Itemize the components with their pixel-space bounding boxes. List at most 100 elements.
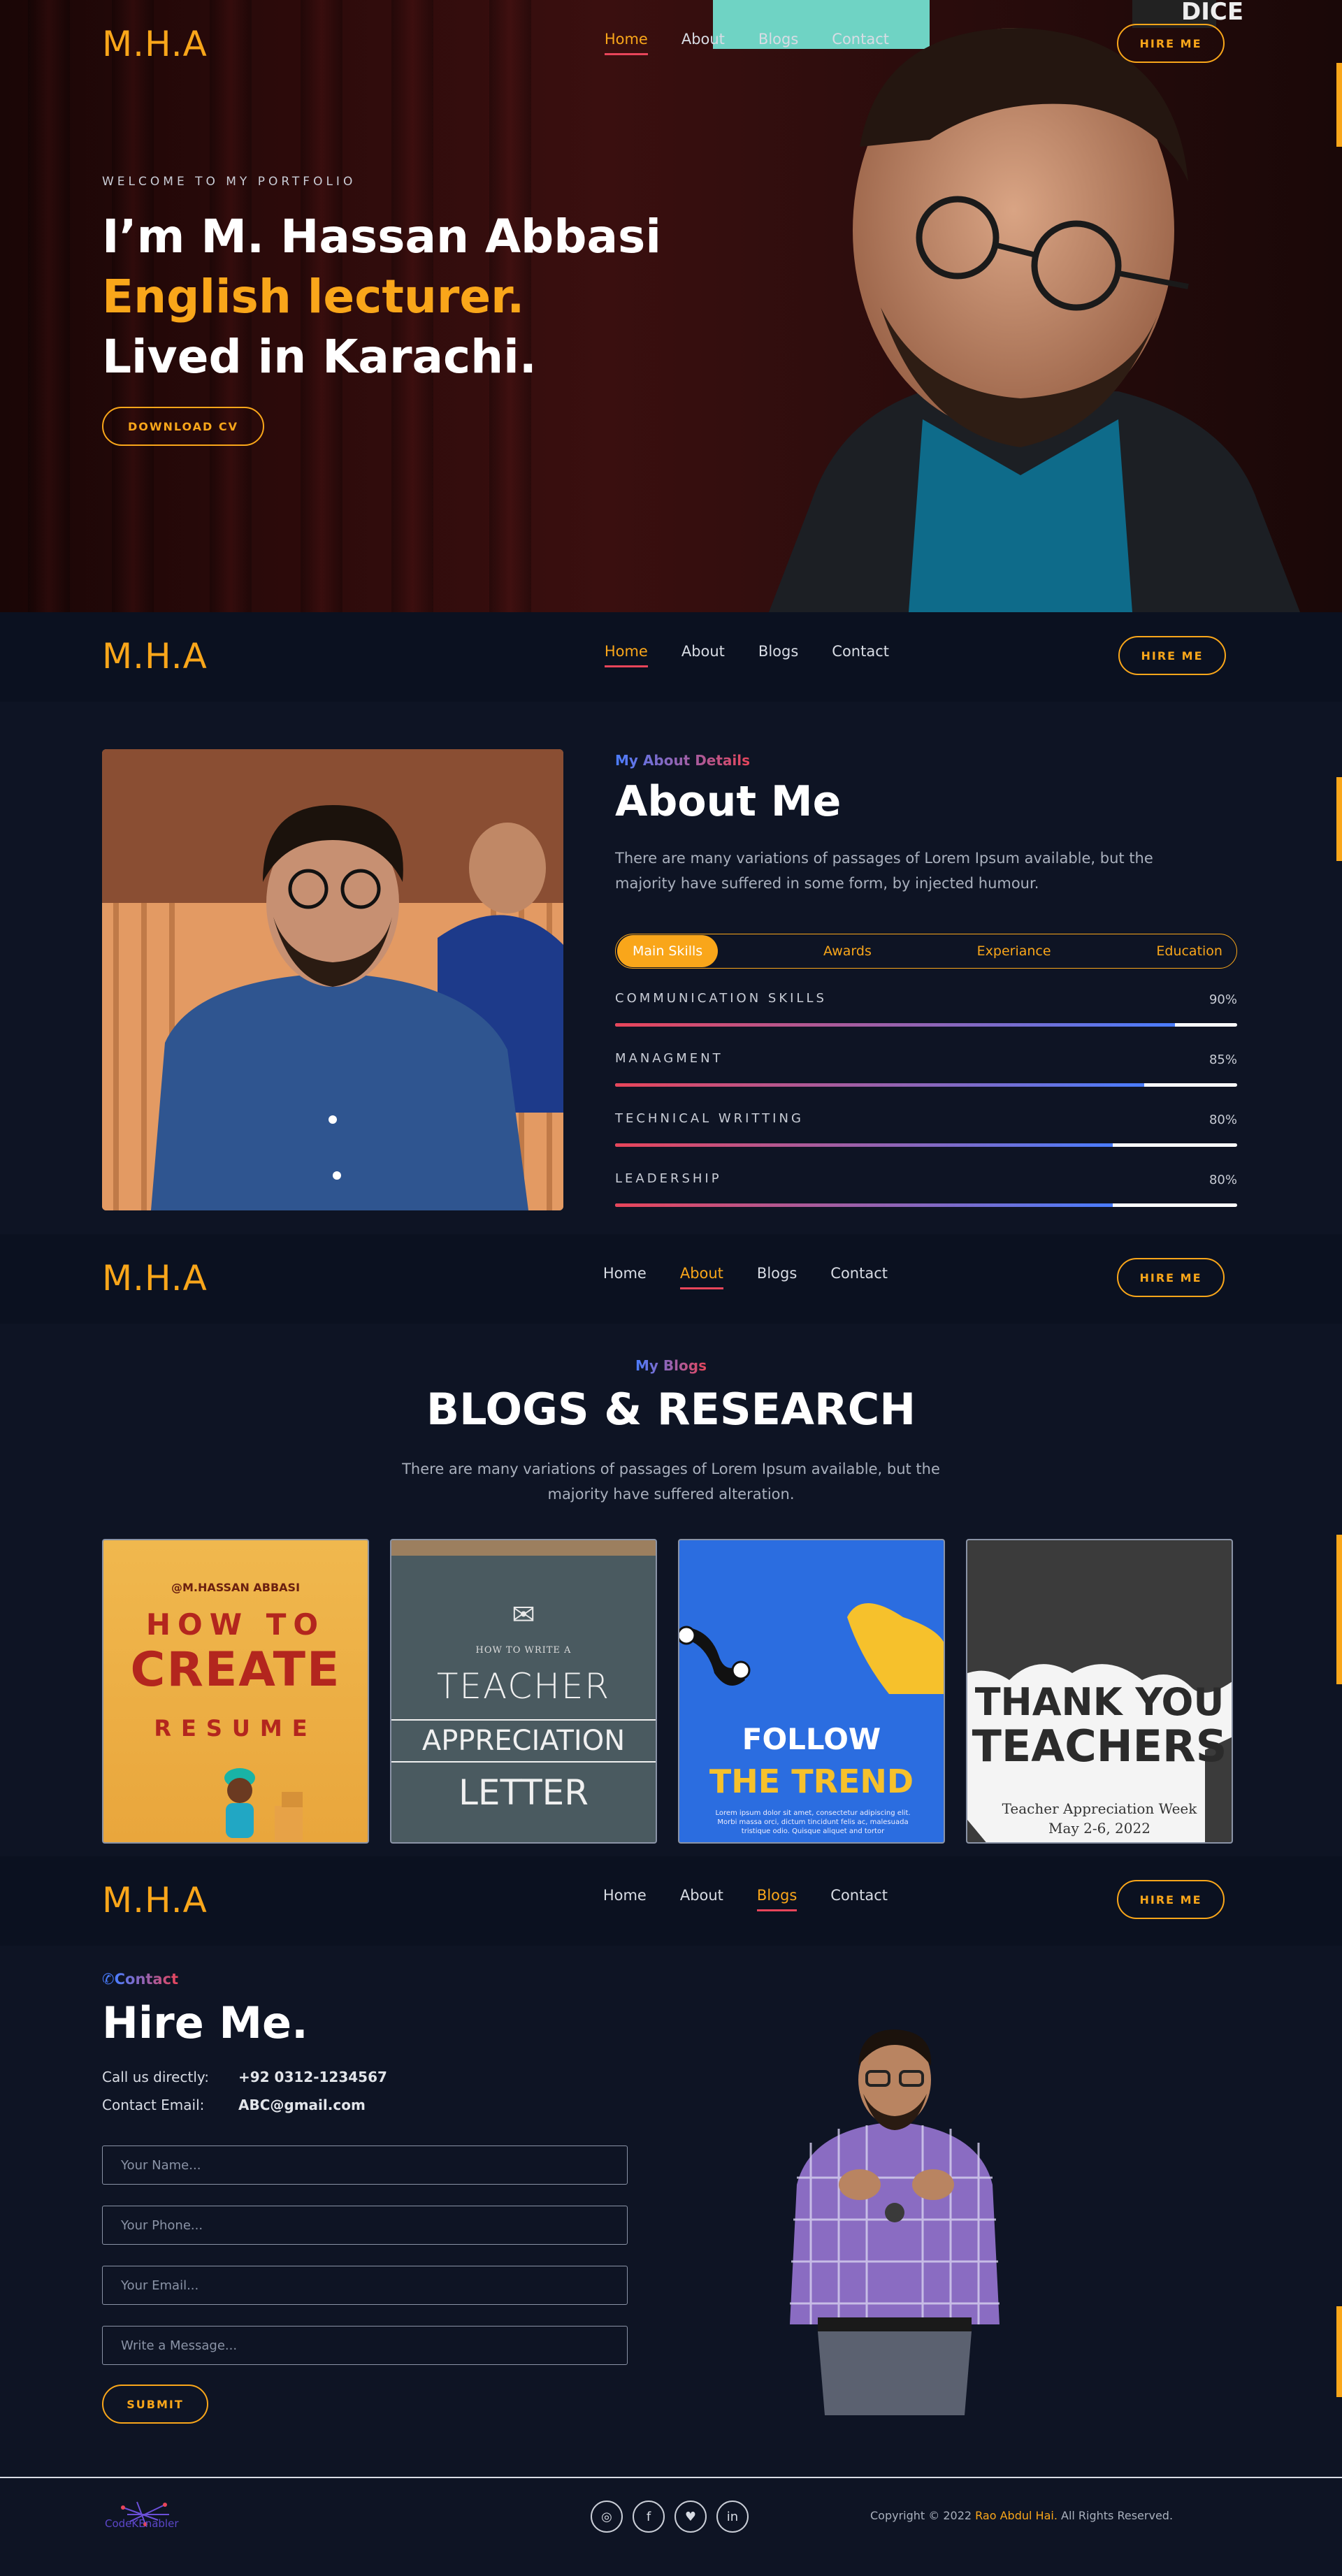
card-author: @M.HASSAN ABBASI xyxy=(171,1581,301,1594)
email-field[interactable]: Your Email... xyxy=(102,2266,628,2305)
skill-percent: 85% xyxy=(1208,1052,1237,1067)
nav-links: Home About Blogs Contact xyxy=(604,643,889,667)
blog-card-thank-teachers[interactable]: THANK YOU TEACHERS Teacher Appreciation … xyxy=(966,1539,1233,1844)
nav-links: Home About Blogs Contact xyxy=(604,31,889,55)
card-line1: THANK YOU xyxy=(974,1680,1225,1724)
nav-about-link[interactable]: About xyxy=(681,31,725,55)
footer: CodeKEnabler ◎ f ♥ in Copyright © 2022 R… xyxy=(0,2477,1342,2576)
blog-card-teacher-letter[interactable]: ✉ HOW TO WRITE A TEACHER APPRECIATION LE… xyxy=(390,1539,657,1844)
hero-location: Lived in Karachi. xyxy=(102,330,537,384)
tab-main-skills[interactable]: Main Skills xyxy=(617,935,719,967)
hire-me-button[interactable]: HIRE ME xyxy=(1117,24,1225,63)
phone-field[interactable]: Your Phone... xyxy=(102,2206,628,2245)
blogs-description: There are many variations of passages of… xyxy=(402,1461,940,1503)
logo[interactable]: M.H.A xyxy=(102,1258,208,1298)
hero-section: DICE WELCOME TO MY PORTFOLIO I’m M. Hass… xyxy=(0,0,1342,612)
copyright-text: Copyright © 2022 Rao Abdul Hai. All Righ… xyxy=(870,2509,1174,2522)
side-accent-bar xyxy=(1336,2306,1342,2397)
email-info: Contact Email: ABC@gmail.com xyxy=(102,2097,366,2113)
skill-communication: COMMUNICATION SKILLS 90% xyxy=(615,991,1237,1027)
tab-awards[interactable]: Awards xyxy=(823,943,872,959)
skill-name: TECHNICAL WRITTING xyxy=(615,1111,804,1126)
skill-percent: 80% xyxy=(1208,1113,1237,1127)
download-cv-button[interactable]: DOWNLOAD CV xyxy=(102,407,264,446)
hero-headline: I’m M. Hassan Abbasi English lecturer. L… xyxy=(102,207,661,387)
skill-name: COMMUNICATION SKILLS xyxy=(615,991,827,1006)
footer-logo-text: CodeKEnabler xyxy=(105,2517,179,2530)
skill-bar xyxy=(615,1143,1237,1147)
nav-links: Home About Blogs Contact xyxy=(603,1265,888,1289)
nav-blogs-link[interactable]: Blogs xyxy=(758,31,798,55)
contact-person-image xyxy=(790,2029,1000,2415)
skill-bar xyxy=(615,1083,1237,1087)
abstract-shapes-illustration xyxy=(679,1603,944,1694)
call-value[interactable]: +92 0312-1234567 xyxy=(238,2069,387,2085)
about-section: M.H.A Home About Blogs Contact HIRE ME M… xyxy=(0,612,1342,1234)
nav-home-link[interactable]: Home xyxy=(603,1887,647,1911)
hire-me-button[interactable]: HIRE ME xyxy=(1118,636,1226,675)
copyright-name[interactable]: Rao Abdul Hai. xyxy=(975,2509,1058,2522)
nav-blogs-link[interactable]: Blogs xyxy=(758,643,798,667)
tab-education[interactable]: Education xyxy=(1156,943,1222,959)
contact-tag: ✆Contact xyxy=(102,1971,179,1988)
hero-role: English lecturer. xyxy=(102,270,525,324)
card-line3: RESUME xyxy=(154,1715,317,1742)
hire-me-button[interactable]: HIRE ME xyxy=(1117,1880,1225,1919)
instagram-icon[interactable]: ◎ xyxy=(591,2501,623,2533)
nav-about-link[interactable]: About xyxy=(680,1887,723,1911)
logo[interactable]: M.H.A xyxy=(102,636,208,676)
blogs-title: BLOGS & RESEARCH xyxy=(426,1384,916,1435)
submit-button[interactable]: SUBMIT xyxy=(102,2385,208,2424)
email-value[interactable]: ABC@gmail.com xyxy=(238,2097,366,2113)
nav-contact-link[interactable]: Contact xyxy=(830,1887,888,1911)
card-line3: Teacher Appreciation Week xyxy=(1002,1800,1197,1817)
card-small: Lorem ipsum dolor sit amet, consectetur … xyxy=(715,1809,911,1835)
side-accent-bar xyxy=(1336,777,1342,861)
hire-me-button[interactable]: HIRE ME xyxy=(1117,1258,1225,1297)
call-label: Call us directly: xyxy=(102,2069,209,2085)
skill-technical-writting: TECHNICAL WRITTING 80% xyxy=(615,1111,1237,1147)
hero-welcome-text: WELCOME TO MY PORTFOLIO xyxy=(102,175,356,189)
logo[interactable]: M.H.A xyxy=(102,1880,208,1920)
top-nav-blogs: M.H.A Home About Blogs Contact HIRE ME xyxy=(0,1234,1342,1324)
name-field[interactable]: Your Name... xyxy=(102,2146,628,2185)
about-tag: My About Details xyxy=(615,752,751,769)
message-field[interactable]: Write a Message... xyxy=(102,2326,628,2365)
nav-home-link[interactable]: Home xyxy=(604,643,648,667)
skill-leadership: LEADERSHIP 80% xyxy=(615,1171,1237,1207)
blog-card-follow-trend[interactable]: FOLLOW THE TREND Lorem ipsum dolor sit a… xyxy=(678,1539,945,1844)
skill-name: LEADERSHIP xyxy=(615,1171,722,1186)
nav-blogs-link[interactable]: Blogs xyxy=(756,1887,798,1911)
nav-contact-link[interactable]: Contact xyxy=(832,643,889,667)
skill-bar-fill xyxy=(615,1083,1144,1087)
nav-home-link[interactable]: Home xyxy=(603,1265,647,1289)
linkedin-icon[interactable]: in xyxy=(716,2501,749,2533)
nav-contact-link[interactable]: Contact xyxy=(830,1265,888,1289)
about-title: About Me xyxy=(615,777,842,826)
facebook-icon[interactable]: f xyxy=(633,2501,665,2533)
hero-name: I’m M. Hassan Abbasi xyxy=(102,210,661,263)
logo[interactable]: M.H.A xyxy=(102,24,208,64)
nav-about-link[interactable]: About xyxy=(679,1265,723,1289)
call-info: Call us directly: +92 0312-1234567 xyxy=(102,2069,387,2085)
nav-blogs-link[interactable]: Blogs xyxy=(757,1265,797,1289)
card-line2: APPRECIATION xyxy=(391,1719,656,1763)
blogs-tag: My Blogs xyxy=(635,1357,707,1374)
tab-experiance[interactable]: Experiance xyxy=(977,943,1051,959)
nav-about-link[interactable]: About xyxy=(681,643,725,667)
nav-home-link[interactable]: Home xyxy=(604,31,648,55)
skill-bar-fill xyxy=(615,1023,1175,1027)
side-accent-bar xyxy=(1336,1535,1342,1684)
skill-percent: 90% xyxy=(1208,992,1237,1007)
card-line2: CREATE xyxy=(130,1642,341,1698)
card-line3: LETTER xyxy=(459,1772,589,1813)
top-nav-contact: M.H.A Home About Blogs Contact HIRE ME xyxy=(0,1856,1342,1946)
skill-managment: MANAGMENT 85% xyxy=(615,1051,1237,1087)
twitter-icon[interactable]: ♥ xyxy=(674,2501,707,2533)
card-line2: TEACHERS xyxy=(972,1721,1227,1772)
contact-section: M.H.A Home About Blogs Contact HIRE ME ✆… xyxy=(0,1856,1342,2477)
nav-contact-link[interactable]: Contact xyxy=(832,31,889,55)
skill-bar-fill xyxy=(615,1203,1113,1207)
blog-card-resume[interactable]: @M.HASSAN ABBASI HOW TO CREATE RESUME xyxy=(102,1539,369,1844)
phone-icon: ✆ xyxy=(102,1971,115,1988)
